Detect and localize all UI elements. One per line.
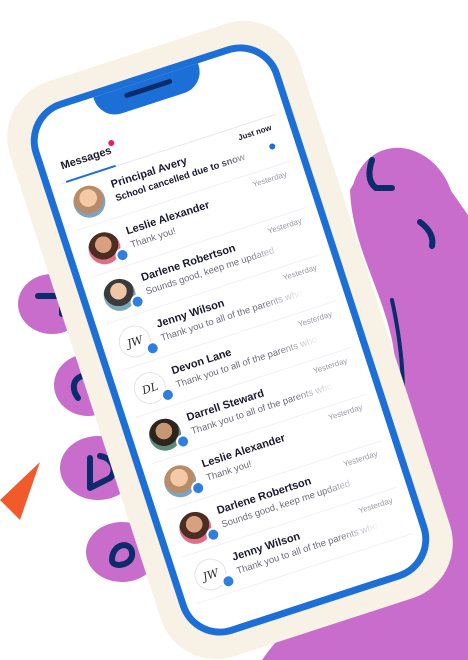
arrow-tip [0, 462, 40, 520]
message-timestamp: Yesterday [281, 262, 319, 283]
unread-indicator [268, 142, 277, 151]
avatar [69, 181, 110, 222]
illustration-scene: Messages Principal Avery School cancelled… [0, 0, 468, 660]
message-timestamp: Yesterday [312, 356, 349, 376]
phone-speaker [123, 78, 173, 99]
message-timestamp: Yesterday [296, 309, 334, 329]
message-timestamp: Yesterday [357, 495, 394, 516]
message-timestamp: Yesterday [327, 402, 364, 423]
message-timestamp: Just now [236, 123, 273, 143]
message-timestamp: Yesterday [251, 169, 288, 190]
message-timestamp: Yesterday [342, 449, 379, 469]
notification-dot [107, 139, 116, 147]
message-timestamp: Yesterday [266, 216, 303, 236]
